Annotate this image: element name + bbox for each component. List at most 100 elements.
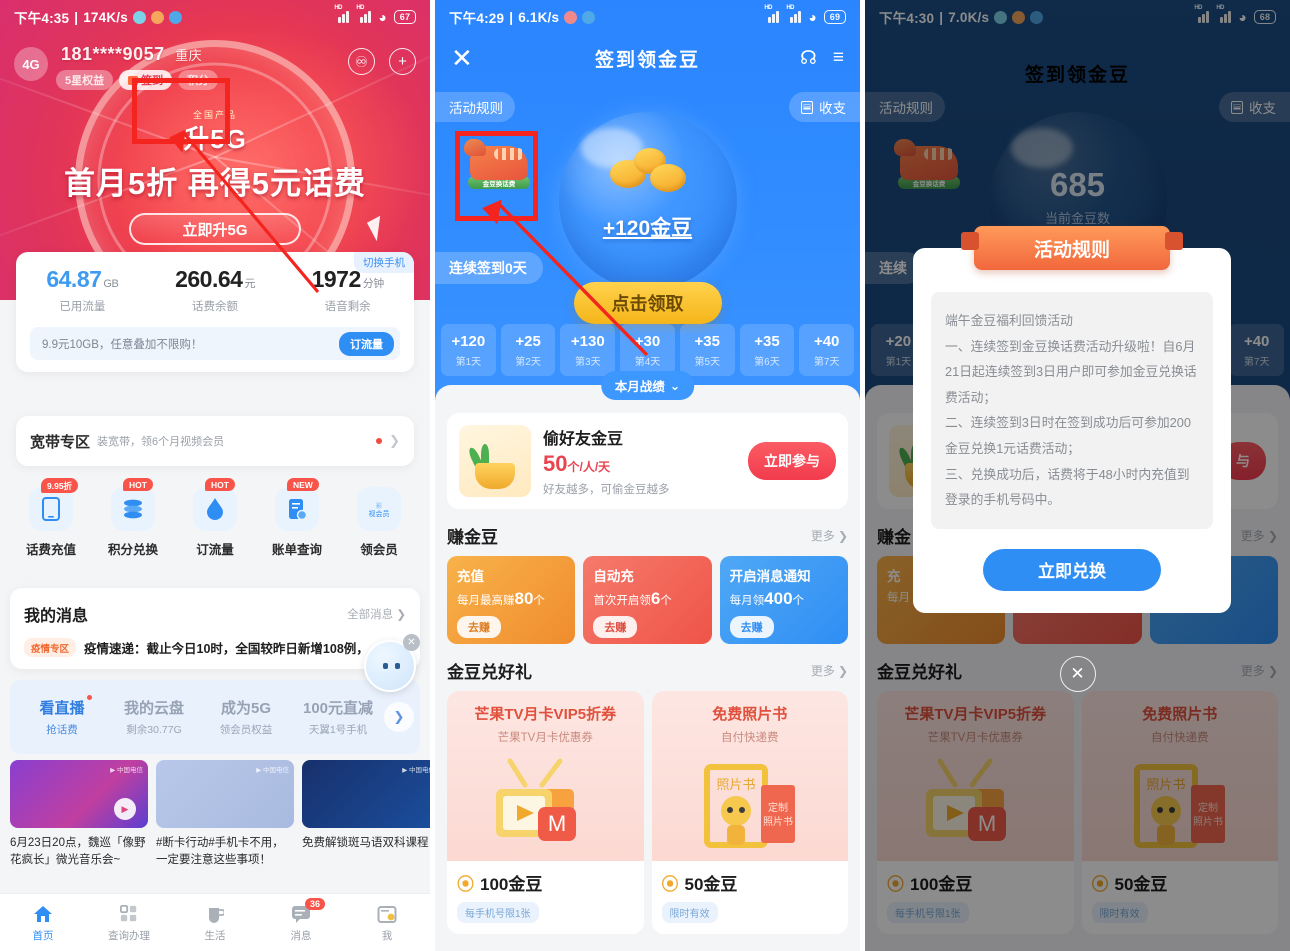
annotation-arrow-2 [482, 199, 649, 357]
gift-sub: 自付快递费 [721, 732, 779, 744]
join-now-button[interactable]: 立即参与 [748, 442, 836, 480]
go-earn-button[interactable]: 去赚 [729, 616, 774, 638]
gift-limit: 每手机号限1张 [457, 902, 539, 923]
feed-card[interactable]: ▶ 中国电信 ▶ 6月23日20点，魏巡「像野花疯长」微光音乐会~ [10, 760, 148, 868]
steal-sub: 好友越多，可偷金豆越多 [543, 484, 670, 496]
svg-text:照片书: 照片书 [763, 815, 793, 828]
nav-item-home[interactable]: 首页 [0, 903, 86, 943]
broadband-sub: 装宽带，领6个月视频会员 [97, 436, 225, 448]
promo-text: 9.9元10GB，任意叠加不限购！ [42, 338, 203, 351]
chevron-down-icon: ⌄ [669, 379, 681, 393]
coins-icon [111, 487, 155, 531]
content-sheet: 本月战绩 ⌄ 偷好友金豆 50个/人/天 好友越多，可偷金豆越多 立即参与 赚金豆… [435, 371, 860, 951]
shortcut-cloud[interactable]: 我的云盘 剩余30.77G [108, 697, 200, 737]
steal-illustration [459, 425, 531, 497]
nav-item-query[interactable]: 查询办理 [86, 903, 172, 943]
brand-logo-icon: ▶ 中国电信 [402, 767, 430, 774]
feed-caption: 免费解锁斑马语双科课程 [302, 837, 429, 849]
earn-more-link[interactable]: 更多 ❯ [811, 527, 848, 544]
shortcut-5g[interactable]: 成为5G 领会员权益 [200, 697, 292, 737]
quick-action-vip[interactable]: 影视会员 领会员 [338, 487, 420, 558]
red-dot-icon [376, 438, 383, 444]
gift-card-photobook[interactable]: 免费照片书 自付快递费 照片书 定制 照片书 ⦿ 50金豆 限时有效 [651, 691, 848, 934]
broadband-entry[interactable]: 宽带专区 装宽带，领6个月视频会员 ❯ [16, 416, 414, 466]
earn-section-title: 赚金豆 [447, 528, 498, 547]
my-messages-card: 我的消息 全部消息 ❯ 疫情专区 疫情速递：截止今日10时，全国较昨日新增108… [10, 588, 420, 669]
earn-card-recharge[interactable]: 充值 每月最高赚80个 去赚 [447, 556, 576, 644]
nav-item-me[interactable]: 我 [344, 903, 430, 943]
dialog-close-button[interactable]: ✕ [1059, 656, 1096, 692]
rule-paragraph: 一、连续签到金豆换话费活动升级啦！自6月21日起连续签到3日用户即可参加金豆兑换… [945, 338, 1197, 405]
quick-label: 领会员 [360, 543, 398, 557]
quick-action-data[interactable]: HOT 订流量 [174, 478, 256, 558]
chat-assistant-float[interactable]: ✕ [364, 634, 420, 692]
svg-text:M: M [548, 811, 566, 836]
home-icon [0, 903, 86, 925]
earn-cards: 充值 每月最高赚80个 去赚 自动充 首次开启领6个 去赚 开启消息通知 每月领… [447, 556, 848, 644]
play-icon[interactable]: ▶ [114, 798, 136, 820]
message-item[interactable]: 疫情专区 疫情速递：截止今日10时，全国较昨日新增108例， ❯ [24, 638, 406, 657]
quick-actions: 9.95折 话费充值 HOT 积分兑换 HOT 订流量 NEW 账单查询 影 视… [0, 478, 430, 558]
rule-paragraph: 二、连续签到3日时在签到成功后可参加200金豆兑换1元话费活动； [945, 415, 1192, 456]
photobook-icon: 照片书 定制 照片书 [703, 764, 795, 848]
rule-paragraph: 三、兑换成功后，话费将于48小时内充值到登录的手机号码中。 [945, 466, 1190, 508]
order-data-button[interactable]: 订流量 [339, 331, 394, 356]
close-icon[interactable]: ✕ [403, 634, 420, 651]
next-arrow-icon[interactable]: ❯ [384, 702, 414, 732]
quick-label: 订流量 [196, 543, 234, 557]
bean-icon: ⦿ [661, 875, 679, 894]
go-earn-button[interactable]: 去赚 [457, 616, 501, 638]
chevron-right-icon: ❯ [389, 433, 400, 448]
cup-icon [172, 903, 258, 925]
quick-label: 积分兑换 [107, 543, 158, 557]
steal-amount: 50个/人/天 [543, 451, 611, 476]
panel-signin-page: 下午4:29 | 6.1K/s HD HD ◕ 69 ✕ 签到领金豆 ☊ ≡ 活… [435, 0, 860, 951]
vip-icon: 影视会员 [357, 487, 401, 531]
all-messages-link[interactable]: 全部消息 ❯ [347, 606, 406, 622]
nav-item-life[interactable]: 生活 [172, 903, 258, 943]
quick-label: 话费充值 [25, 543, 76, 557]
unread-badge: 36 [305, 897, 326, 910]
svg-text:影: 影 [376, 502, 382, 510]
activity-rules-dialog: 活动规则 端午金豆福利回馈活动 一、连续签到金豆换话费活动升级啦！自6月21日起… [913, 226, 1231, 613]
feed-card[interactable]: ▶ 中国电信 免费解锁斑马语双科课程 [302, 760, 430, 868]
steal-title: 偷好友金豆 [543, 431, 624, 448]
panel-home-app: 下午4:35 | 174K/s HD HD ◕ 67 4G 181****905… [0, 0, 430, 951]
gift-title: 免费照片书 [712, 706, 788, 723]
shortcut-discount[interactable]: 100元直减 天翼1号手机 [292, 697, 384, 737]
steal-beans-card[interactable]: 偷好友金豆 50个/人/天 好友越多，可偷金豆越多 立即参与 [447, 413, 848, 509]
dialog-title-ribbon: 活动规则 [961, 226, 1183, 270]
message-icon [258, 903, 344, 925]
exchange-now-button[interactable]: 立即兑换 [983, 548, 1161, 591]
shortcut-live[interactable]: 看直播 抢话费 [16, 695, 108, 737]
quick-action-recharge[interactable]: 9.95折 话费充值 [10, 478, 92, 558]
quick-action-bill[interactable]: NEW 账单查询 [256, 478, 338, 558]
feed-caption: #断卡行动#手机卡不用，一定要注意这些事项！ [156, 837, 284, 866]
brand-logo-icon: ▶ 中国电信 [110, 767, 143, 774]
quick-action-points[interactable]: HOT 积分兑换 [92, 478, 174, 558]
feed-cards: ▶ 中国电信 ▶ 6月23日20点，魏巡「像野花疯长」微光音乐会~ ▶ 中国电信… [10, 760, 430, 868]
feed-card[interactable]: ▶ 中国电信 #断卡行动#手机卡不用，一定要注意这些事项！ [156, 760, 294, 868]
gift-price: ⦿ 50金豆 [662, 870, 839, 895]
gift-price: ⦿ 100金豆 [457, 870, 634, 895]
quick-badge: HOT [205, 478, 235, 491]
dialog-body: 端午金豆福利回馈活动 一、连续签到金豆换话费活动升级啦！自6月21日起连续签到3… [931, 292, 1213, 529]
gift-card-mango[interactable]: 芒果TV月卡VIP5折券 芒果TV月卡优惠券 M ⦿ 100金豆 每手机号限1张 [447, 691, 644, 934]
gift-more-link[interactable]: 更多 ❯ [811, 662, 848, 679]
gift-section-header: 金豆兑好礼 更多 ❯ [447, 658, 848, 683]
quick-badge: HOT [123, 478, 153, 491]
earn-card-autopay[interactable]: 自动充 首次开启领6个 去赚 [583, 556, 712, 644]
bottom-navigation: 首页 查询办理 生活 36 消息 我 [0, 893, 430, 951]
brand-logo-icon: ▶ 中国电信 [256, 767, 289, 774]
panel-activity-rules-modal: 下午4:30 | 7.0K/s HD HD ◕ 68 ✕ 签到领金豆 ☊ ≡ 活… [865, 0, 1290, 951]
droplet-icon [193, 487, 237, 531]
gift-title: 芒果TV月卡VIP5折券 [474, 706, 617, 723]
quick-badge: NEW [287, 478, 319, 491]
earn-card-notify[interactable]: 开启消息通知 每月领400个 去赚 [719, 556, 848, 644]
quick-badge: 9.95折 [41, 478, 79, 493]
go-earn-button[interactable]: 去赚 [593, 616, 638, 638]
nav-item-messages[interactable]: 36 消息 [258, 897, 344, 943]
bill-icon [275, 487, 319, 531]
service-shortcut-row: 看直播 抢话费 我的云盘 剩余30.77G 成为5G 领会员权益 100元直减 … [10, 680, 420, 754]
data-promo-bar[interactable]: 9.9元10GB，任意叠加不限购！ 订流量 [30, 327, 400, 360]
